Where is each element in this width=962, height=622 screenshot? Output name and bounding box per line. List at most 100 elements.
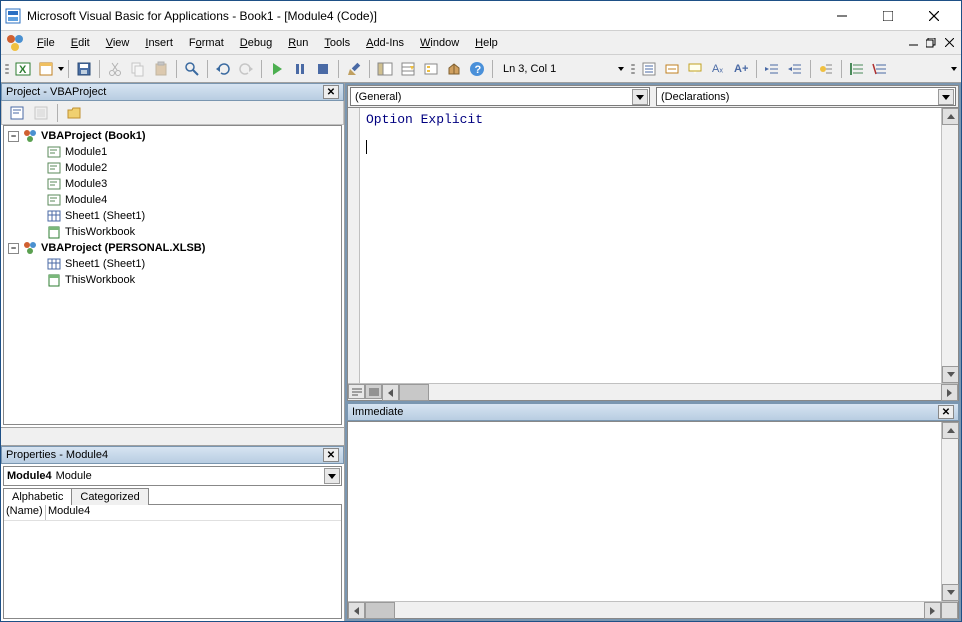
property-value[interactable]: Module4 xyxy=(46,505,341,520)
scroll-thumb[interactable] xyxy=(365,602,395,619)
tab-alphabetic[interactable]: Alphabetic xyxy=(3,488,72,505)
full-module-view-icon[interactable] xyxy=(365,384,382,399)
properties-window-icon[interactable] xyxy=(397,58,419,80)
help-icon[interactable]: ? xyxy=(466,58,488,80)
outdent-icon[interactable] xyxy=(784,58,806,80)
parameter-info-icon[interactable]: Aₓ xyxy=(707,58,729,80)
scroll-right-icon[interactable] xyxy=(924,602,941,619)
project-explorer-icon[interactable] xyxy=(374,58,396,80)
toolbar-overflow-2[interactable] xyxy=(951,58,957,80)
toolbar-grip-2[interactable] xyxy=(631,59,635,79)
horizontal-scrollbar[interactable] xyxy=(348,601,958,618)
menu-edit[interactable]: Edit xyxy=(63,34,98,52)
code-margin[interactable] xyxy=(348,108,360,383)
close-button[interactable] xyxy=(911,2,957,30)
properties-object-selector[interactable]: Module4 Module xyxy=(3,466,342,486)
mdi-close-button[interactable] xyxy=(941,35,957,51)
insert-module-icon[interactable] xyxy=(35,58,57,80)
scroll-up-icon[interactable] xyxy=(942,422,959,439)
menu-help[interactable]: Help xyxy=(467,34,506,52)
cut-icon[interactable] xyxy=(104,58,126,80)
view-code-icon[interactable] xyxy=(6,103,28,123)
list-constants-icon[interactable] xyxy=(661,58,683,80)
vertical-scrollbar[interactable] xyxy=(941,108,958,383)
object-selector[interactable]: (General) xyxy=(350,87,650,106)
view-excel-icon[interactable]: X xyxy=(12,58,34,80)
scroll-right-icon[interactable] xyxy=(941,384,958,401)
procedure-view-icon[interactable] xyxy=(348,384,365,399)
reset-icon[interactable] xyxy=(312,58,334,80)
maximize-button[interactable] xyxy=(865,2,911,30)
copy-icon[interactable] xyxy=(127,58,149,80)
tree-sheet1-book1[interactable]: Sheet1 (Sheet1) xyxy=(4,208,341,224)
property-row[interactable]: (Name) Module4 xyxy=(4,505,341,521)
break-icon[interactable] xyxy=(289,58,311,80)
find-icon[interactable] xyxy=(181,58,203,80)
menu-file[interactable]: File xyxy=(29,34,63,52)
comment-block-icon[interactable] xyxy=(846,58,868,80)
collapse-icon[interactable]: − xyxy=(8,131,19,142)
horizontal-scrollbar[interactable] xyxy=(382,384,958,400)
undo-icon[interactable] xyxy=(212,58,234,80)
tree-project-personal[interactable]: − VBAProject (PERSONAL.XLSB) xyxy=(4,240,341,256)
uncomment-block-icon[interactable] xyxy=(869,58,891,80)
scroll-left-icon[interactable] xyxy=(348,602,365,619)
paste-icon[interactable] xyxy=(150,58,172,80)
tree-module3[interactable]: Module3 xyxy=(4,176,341,192)
tree-thisworkbook-book1[interactable]: ThisWorkbook xyxy=(4,224,341,240)
view-object-icon[interactable] xyxy=(30,103,52,123)
properties-panel-close[interactable]: ✕ xyxy=(323,448,339,462)
save-icon[interactable] xyxy=(73,58,95,80)
project-tree[interactable]: − VBAProject (Book1) Module1 Module2 Mod… xyxy=(3,125,342,425)
menu-view[interactable]: View xyxy=(98,34,138,52)
toolbox-icon[interactable] xyxy=(443,58,465,80)
tree-module2[interactable]: Module2 xyxy=(4,160,341,176)
menu-debug[interactable]: Debug xyxy=(232,34,280,52)
tree-sheet1-personal[interactable]: Sheet1 (Sheet1) xyxy=(4,256,341,272)
scroll-up-icon[interactable] xyxy=(942,108,958,125)
mdi-restore-button[interactable] xyxy=(923,35,939,51)
immediate-window[interactable] xyxy=(347,421,959,619)
scroll-thumb[interactable] xyxy=(399,384,429,401)
run-icon[interactable] xyxy=(266,58,288,80)
dropdown-icon[interactable] xyxy=(938,89,954,105)
folder-toggle-icon[interactable] xyxy=(63,103,85,123)
scroll-left-icon[interactable] xyxy=(382,384,399,401)
menu-format[interactable]: Format xyxy=(181,34,232,52)
indent-icon[interactable] xyxy=(761,58,783,80)
vertical-scrollbar[interactable] xyxy=(941,422,958,601)
code-editor[interactable]: Option Explicit xyxy=(348,108,958,383)
menu-run[interactable]: Run xyxy=(280,34,316,52)
immediate-panel-close[interactable]: ✕ xyxy=(938,405,954,419)
tab-categorized[interactable]: Categorized xyxy=(71,488,148,505)
tree-project-book1[interactable]: − VBAProject (Book1) xyxy=(4,128,341,144)
tree-module1[interactable]: Module1 xyxy=(4,144,341,160)
insert-module-dropdown[interactable] xyxy=(58,58,64,80)
design-mode-icon[interactable] xyxy=(343,58,365,80)
toolbar-overflow[interactable] xyxy=(618,58,624,80)
tree-thisworkbook-personal[interactable]: ThisWorkbook xyxy=(4,272,341,288)
menu-tools[interactable]: Tools xyxy=(316,34,358,52)
properties-grid[interactable]: (Name) Module4 xyxy=(3,504,342,619)
list-properties-icon[interactable] xyxy=(638,58,660,80)
scroll-down-icon[interactable] xyxy=(942,584,959,601)
minimize-button[interactable] xyxy=(819,2,865,30)
breakpoint-icon[interactable] xyxy=(815,58,837,80)
object-browser-icon[interactable] xyxy=(420,58,442,80)
complete-word-icon[interactable]: A+ xyxy=(730,58,752,80)
collapse-icon[interactable]: − xyxy=(8,243,19,254)
dropdown-icon[interactable] xyxy=(324,468,340,484)
module-icon xyxy=(46,144,62,160)
dropdown-icon[interactable] xyxy=(632,89,648,105)
menu-addins[interactable]: Add-Ins xyxy=(358,34,412,52)
quick-info-icon[interactable] xyxy=(684,58,706,80)
procedure-selector[interactable]: (Declarations) xyxy=(656,87,956,106)
menu-insert[interactable]: Insert xyxy=(137,34,181,52)
menu-window[interactable]: Window xyxy=(412,34,467,52)
redo-icon[interactable] xyxy=(235,58,257,80)
toolbar-grip[interactable] xyxy=(5,59,9,79)
project-panel-close[interactable]: ✕ xyxy=(323,85,339,99)
scroll-down-icon[interactable] xyxy=(942,366,958,383)
mdi-minimize-button[interactable] xyxy=(905,35,921,51)
tree-module4[interactable]: Module4 xyxy=(4,192,341,208)
